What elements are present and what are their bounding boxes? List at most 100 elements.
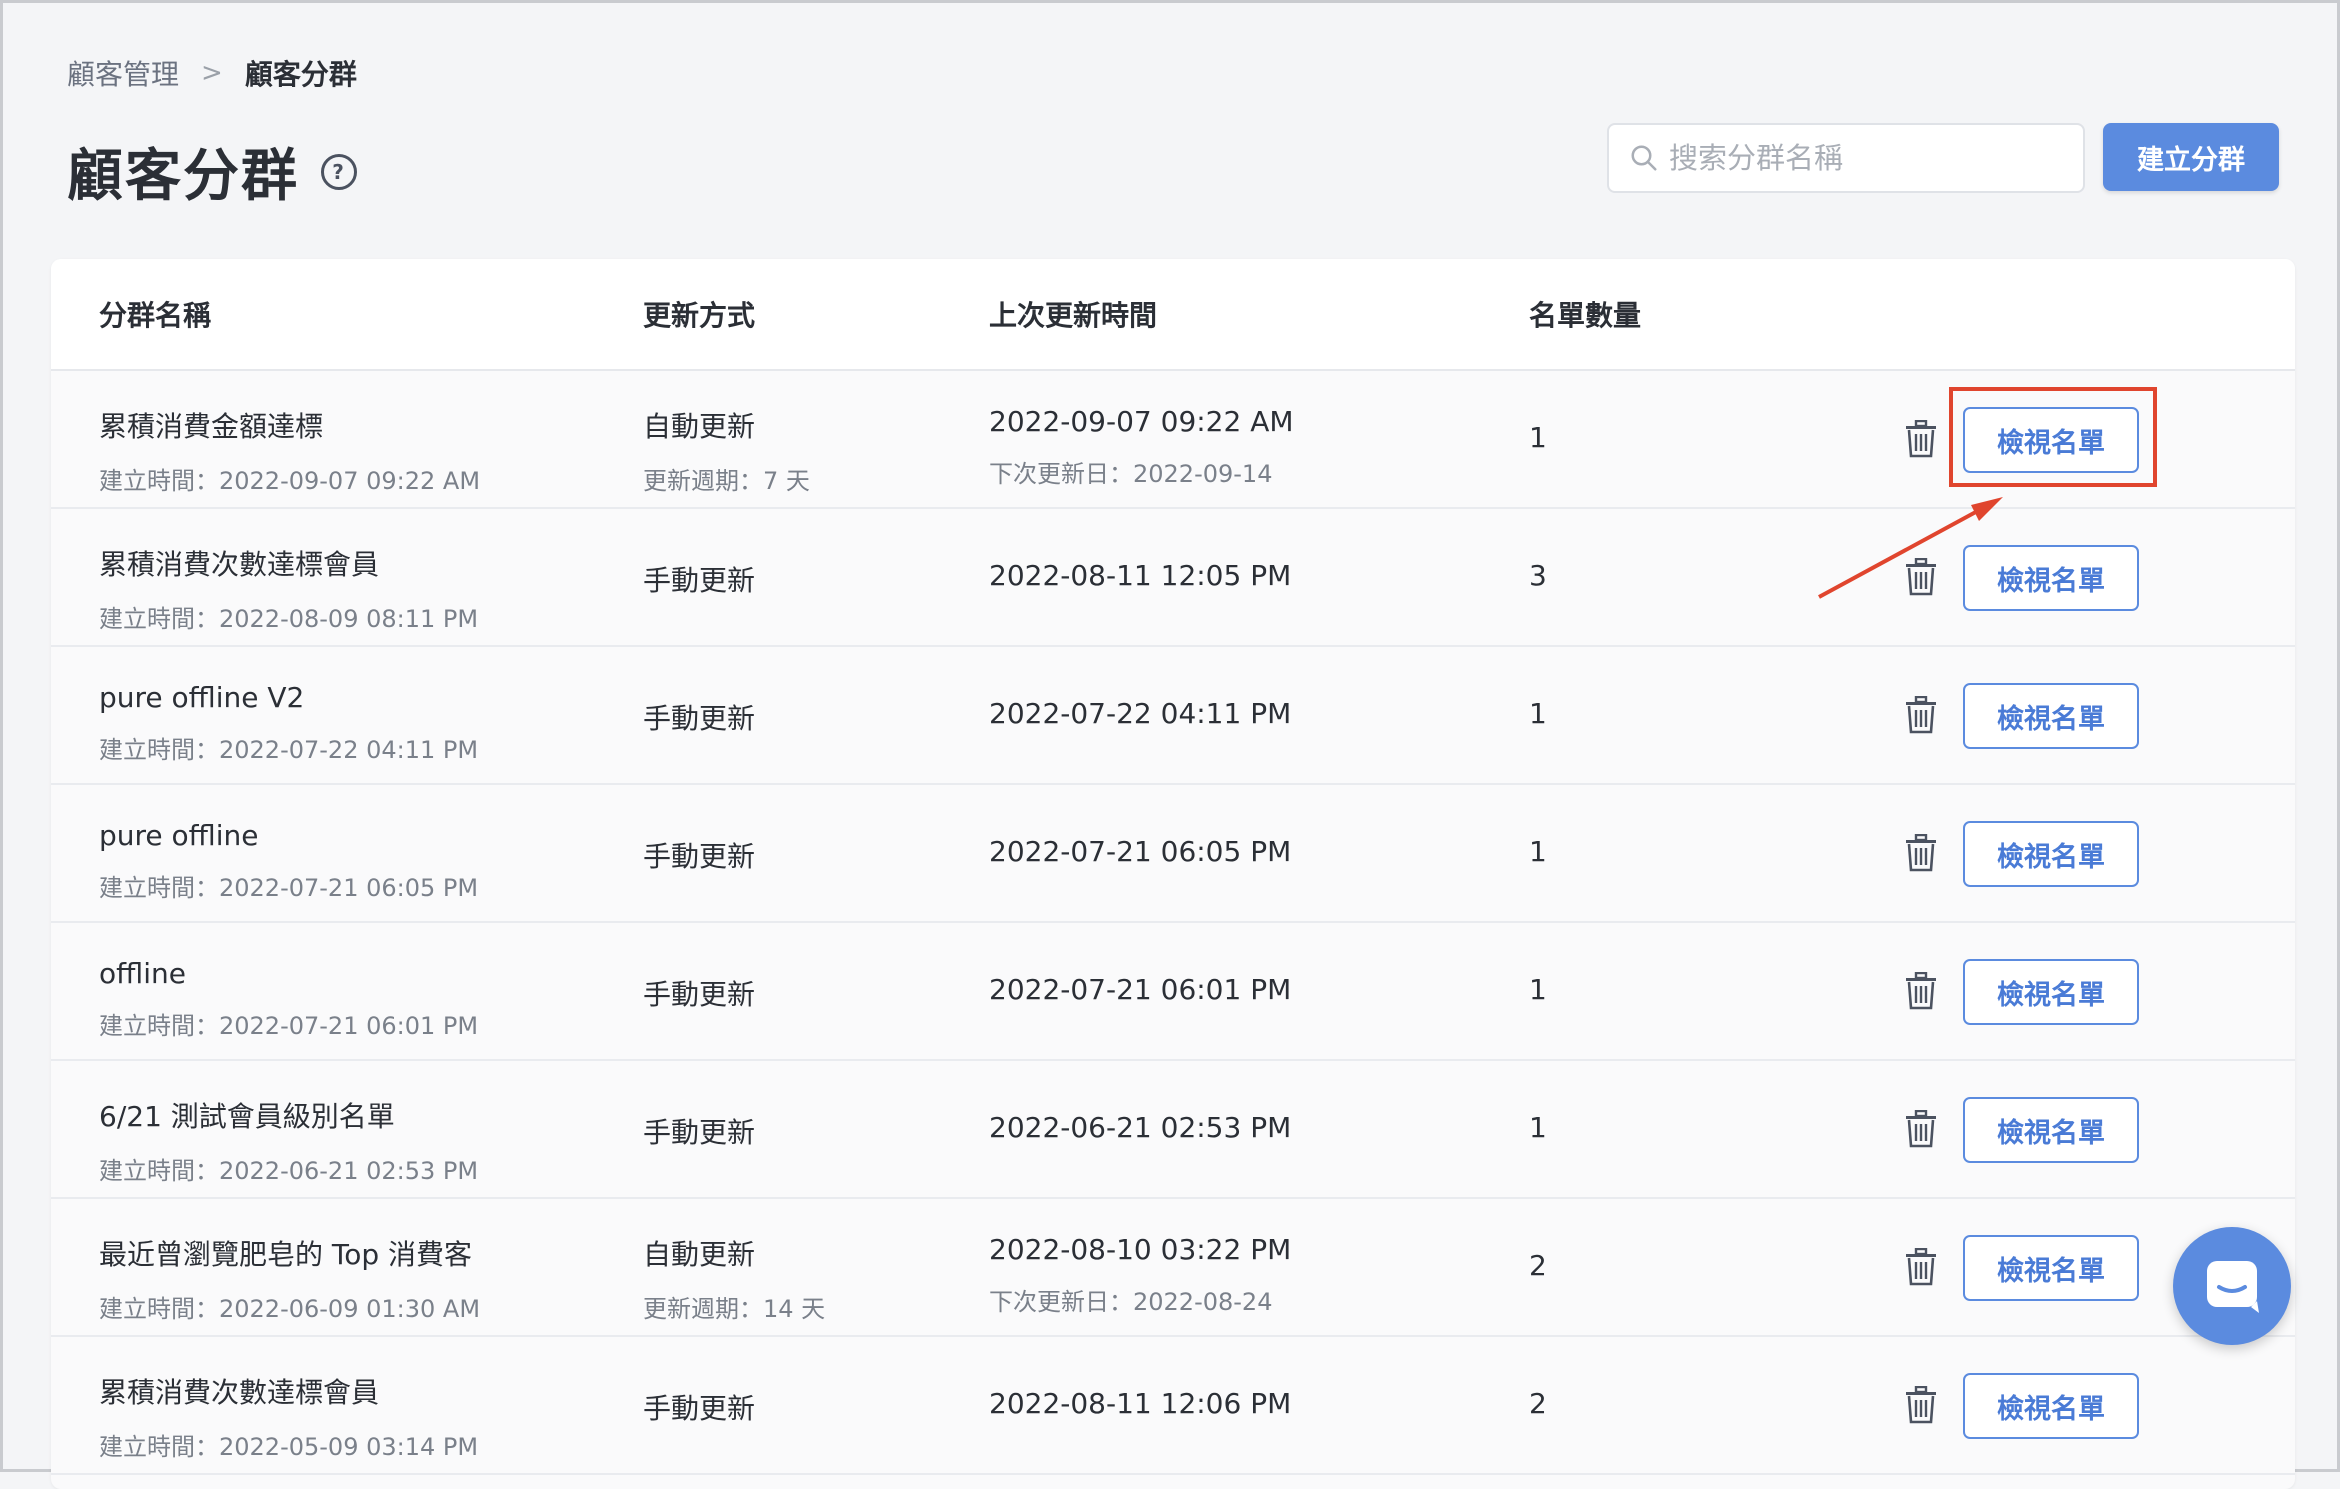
- last-updated-time: 2022-07-21 06:05 PM: [989, 835, 1292, 868]
- update-method-cell: 自動更新 更新週期：14 天: [643, 1233, 825, 1324]
- update-method-cell: 手動更新: [643, 559, 755, 599]
- segment-name[interactable]: 累積消費次數達標會員: [99, 1371, 478, 1411]
- list-count: 3: [1529, 559, 1547, 592]
- last-updated-time: 2022-07-22 04:11 PM: [989, 697, 1292, 730]
- list-count: 2: [1529, 1387, 1547, 1420]
- segment-created-time: 建立時間：2022-08-09 08:11 PM: [99, 605, 479, 633]
- table-row: offline 建立時間：2022-07-21 06:01 PM 手動更新 20…: [51, 923, 2295, 1061]
- last-updated-time: 2022-08-11 12:06 PM: [989, 1387, 1292, 1420]
- trash-icon: [1906, 834, 1936, 872]
- list-count: 1: [1529, 697, 1547, 730]
- segment-name-cell: 累積消費次數達標會員 建立時間：2022-05-09 03:14 PM: [99, 1371, 478, 1462]
- delete-button[interactable]: [1897, 1381, 1945, 1429]
- segment-name[interactable]: offline: [99, 957, 478, 990]
- segment-name[interactable]: 6/21 測試會員級別名單: [99, 1095, 478, 1135]
- list-count: 2: [1529, 1249, 1547, 1282]
- update-cycle: 更新週期：7 天: [643, 467, 810, 495]
- table-row: pure offline V2 建立時間：2022-07-22 04:11 PM…: [51, 647, 2295, 785]
- breadcrumb: 顧客管理 > 顧客分群: [67, 53, 357, 93]
- last-updated-cell: 2022-09-07 09:22 AM 下次更新日：2022-09-14: [989, 405, 1294, 489]
- list-count: 1: [1529, 973, 1547, 1006]
- table-row: 累積消費次數達標會員 建立時間：2022-05-09 03:14 PM 手動更新…: [51, 1337, 2295, 1475]
- table-row: pure offline 建立時間：2022-07-21 06:05 PM 手動…: [51, 785, 2295, 923]
- update-method: 自動更新: [643, 410, 756, 443]
- update-method-cell: 手動更新: [643, 1111, 755, 1151]
- page-title-wrap: 顧客分群 ?: [67, 131, 357, 212]
- list-count: 1: [1529, 835, 1547, 868]
- update-method-cell: 手動更新: [643, 1387, 755, 1427]
- update-method: 手動更新: [643, 564, 756, 597]
- update-method: 手動更新: [643, 978, 756, 1011]
- help-icon[interactable]: ?: [321, 153, 357, 190]
- last-updated-cell: 2022-07-21 06:01 PM: [989, 973, 1291, 1006]
- next-update-date: 下次更新日：2022-09-14: [989, 460, 1273, 488]
- trash-icon: [1906, 696, 1936, 734]
- segment-name-cell: 最近曾瀏覽肥皂的 Top 消費客 建立時間：2022-06-09 01:30 A…: [99, 1233, 480, 1324]
- update-method-cell: 手動更新: [643, 835, 755, 875]
- last-updated-time: 2022-06-21 02:53 PM: [989, 1111, 1292, 1144]
- view-list-button[interactable]: 檢視名單: [1963, 821, 2139, 887]
- view-list-button[interactable]: 檢視名單: [1963, 1373, 2139, 1439]
- trash-icon: [1906, 1386, 1936, 1424]
- page-title: 顧客分群: [67, 144, 299, 209]
- chat-button[interactable]: [2173, 1227, 2291, 1345]
- list-count: 1: [1529, 421, 1547, 454]
- update-method-cell: 手動更新: [643, 973, 755, 1013]
- segment-name-cell: pure offline V2 建立時間：2022-07-22 04:11 PM: [99, 681, 478, 765]
- breadcrumb-parent[interactable]: 顧客管理: [67, 53, 179, 93]
- update-cycle: 更新週期：14 天: [643, 1295, 826, 1323]
- segment-created-time: 建立時間：2022-06-09 01:30 AM: [99, 1295, 481, 1323]
- segment-name[interactable]: 累積消費次數達標會員: [99, 543, 478, 583]
- segment-created-time: 建立時間：2022-09-07 09:22 AM: [99, 467, 481, 495]
- delete-button[interactable]: [1897, 1105, 1945, 1153]
- segment-name[interactable]: 累積消費金額達標: [99, 405, 480, 445]
- trash-icon: [1906, 1248, 1936, 1286]
- header-count: 名單數量: [1529, 299, 1642, 332]
- segment-name[interactable]: 最近曾瀏覽肥皂的 Top 消費客: [99, 1233, 480, 1273]
- trash-icon: [1906, 1110, 1936, 1148]
- segment-created-time: 建立時間：2022-05-09 03:14 PM: [99, 1433, 479, 1461]
- header-update-method: 更新方式: [643, 299, 756, 332]
- last-updated-time: 2022-08-11 12:05 PM: [989, 559, 1292, 592]
- search-icon: [1631, 145, 1657, 171]
- update-method: 手動更新: [643, 702, 756, 735]
- view-list-button[interactable]: 檢視名單: [1963, 959, 2139, 1025]
- segment-name-cell: 累積消費金額達標 建立時間：2022-09-07 09:22 AM: [99, 405, 480, 496]
- view-list-button[interactable]: 檢視名單: [1963, 1097, 2139, 1163]
- segment-created-time: 建立時間：2022-07-21 06:01 PM: [99, 1012, 479, 1040]
- trash-icon: [1906, 420, 1936, 458]
- header-last-updated: 上次更新時間: [989, 299, 1158, 332]
- search-input[interactable]: [1667, 140, 2071, 176]
- chat-icon: [2207, 1261, 2259, 1313]
- trash-icon: [1906, 972, 1936, 1010]
- segment-name-cell: offline 建立時間：2022-07-21 06:01 PM: [99, 957, 478, 1041]
- search-box[interactable]: [1607, 123, 2085, 193]
- segment-name[interactable]: pure offline: [99, 819, 478, 852]
- delete-button[interactable]: [1897, 967, 1945, 1015]
- last-updated-cell: 2022-08-11 12:05 PM: [989, 559, 1291, 592]
- last-updated-time: 2022-08-10 03:22 PM: [989, 1233, 1292, 1266]
- last-updated-time: 2022-07-21 06:01 PM: [989, 973, 1292, 1006]
- segment-name-cell: pure offline 建立時間：2022-07-21 06:05 PM: [99, 819, 478, 903]
- segment-created-time: 建立時間：2022-06-21 02:53 PM: [99, 1157, 479, 1185]
- breadcrumb-current: 顧客分群: [244, 58, 357, 91]
- table-header: 分群名稱 更新方式 上次更新時間 名單數量: [51, 259, 2295, 371]
- delete-button[interactable]: [1897, 1243, 1945, 1291]
- update-method-cell: 手動更新: [643, 697, 755, 737]
- update-method: 手動更新: [643, 1116, 756, 1149]
- annotation-arrow: [1818, 497, 2003, 599]
- delete-button[interactable]: [1897, 829, 1945, 877]
- annotation-highlight-box: [1949, 387, 2157, 487]
- update-method: 手動更新: [643, 840, 756, 873]
- list-count: 1: [1529, 1111, 1547, 1144]
- last-updated-cell: 2022-08-11 12:06 PM: [989, 1387, 1291, 1420]
- table-row: 6/21 測試會員級別名單 建立時間：2022-06-21 02:53 PM 手…: [51, 1061, 2295, 1199]
- delete-button[interactable]: [1897, 691, 1945, 739]
- create-segment-button[interactable]: 建立分群: [2103, 123, 2279, 191]
- view-list-button[interactable]: 檢視名單: [1963, 683, 2139, 749]
- view-list-button[interactable]: 檢視名單: [1963, 1235, 2139, 1301]
- next-update-date: 下次更新日：2022-08-24: [989, 1288, 1273, 1316]
- delete-button[interactable]: [1897, 415, 1945, 463]
- segment-name-cell: 累積消費次數達標會員 建立時間：2022-08-09 08:11 PM: [99, 543, 478, 634]
- segment-name[interactable]: pure offline V2: [99, 681, 478, 714]
